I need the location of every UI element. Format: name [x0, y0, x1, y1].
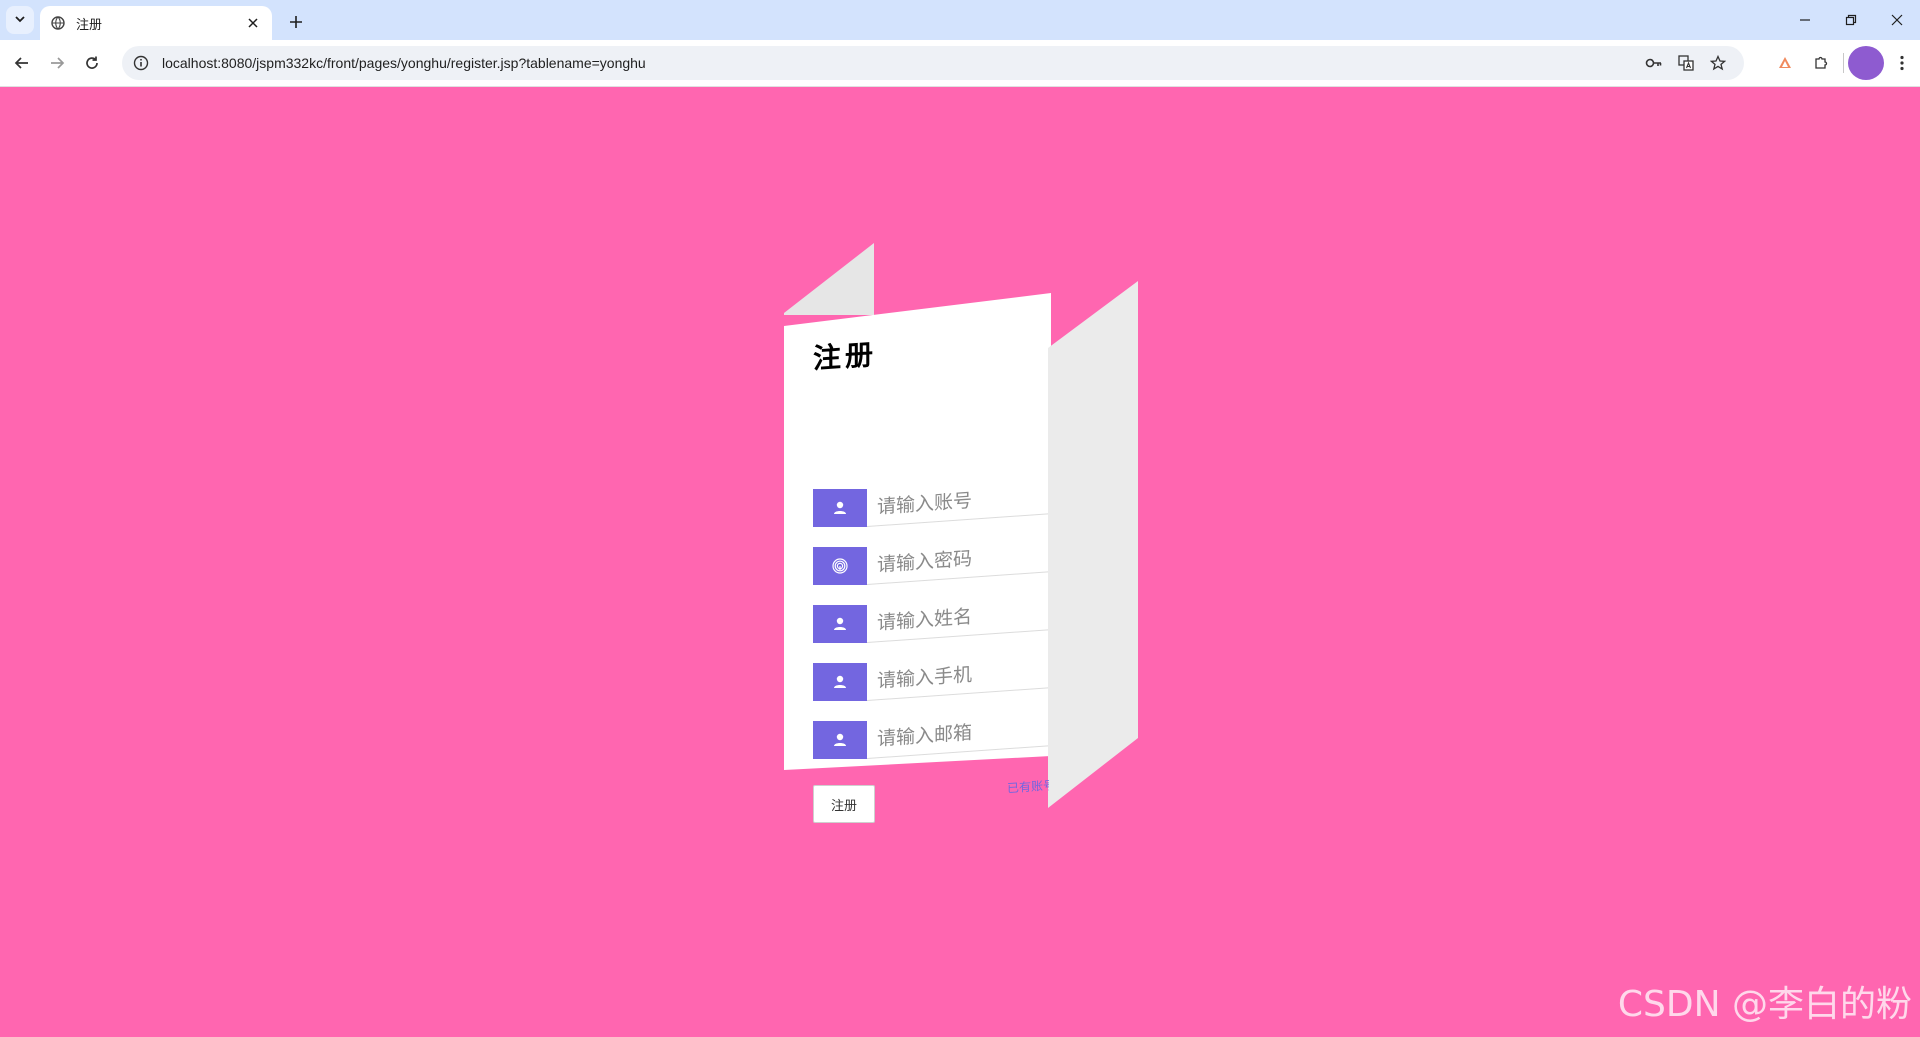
url-text[interactable]: localhost:8080/jspm332kc/front/pages/yon… [162, 55, 1638, 71]
password-field [813, 534, 1048, 587]
user-icon [813, 721, 867, 759]
close-icon [1891, 14, 1903, 26]
info-icon[interactable] [132, 54, 150, 72]
page-title: 注册 [813, 337, 878, 376]
key-icon[interactable] [1638, 49, 1670, 77]
close-window-button[interactable] [1874, 0, 1920, 40]
account-field [813, 476, 1048, 529]
minimize-icon [1800, 19, 1810, 21]
minimize-button[interactable] [1782, 0, 1828, 40]
register-button[interactable]: 注册 [813, 785, 875, 823]
restore-icon [1845, 14, 1857, 26]
restore-button[interactable] [1828, 0, 1874, 40]
avatar [1848, 46, 1884, 80]
tab-title: 注册 [76, 16, 103, 32]
chevron-down-icon [14, 12, 26, 28]
address-bar[interactable]: localhost:8080/jspm332kc/front/pages/yon… [122, 46, 1744, 80]
user-icon [813, 489, 867, 527]
tab-search-button[interactable] [6, 6, 34, 34]
name-field [813, 592, 1048, 645]
phone-field [813, 650, 1048, 703]
star-icon[interactable] [1702, 49, 1734, 77]
card-fold-right [1048, 281, 1138, 808]
close-icon [248, 18, 258, 28]
forward-button[interactable] [43, 49, 71, 77]
user-icon [813, 605, 867, 643]
kebab-menu-icon[interactable] [1884, 46, 1920, 80]
new-tab-button[interactable] [282, 8, 310, 36]
puzzle-icon[interactable] [1803, 46, 1839, 80]
arrow-left-icon [14, 57, 28, 69]
user-icon [813, 663, 867, 701]
fingerprint-icon [813, 547, 867, 585]
browser-toolbar: localhost:8080/jspm332kc/front/pages/yon… [0, 40, 1920, 87]
plus-icon [290, 16, 302, 28]
extension-icon[interactable] [1767, 46, 1803, 80]
login-link[interactable]: 已有账号 [1007, 777, 1049, 797]
tab-close-button[interactable] [244, 14, 262, 32]
globe-icon [50, 15, 66, 31]
window-controls [1782, 0, 1920, 40]
browser-tab[interactable]: 注册 [40, 6, 272, 40]
back-button[interactable] [8, 49, 36, 77]
arrow-right-icon [51, 57, 65, 69]
reload-button[interactable] [78, 49, 106, 77]
watermark: CSDN @李白的粉 [1617, 984, 1912, 1025]
translate-icon[interactable] [1670, 49, 1702, 77]
reload-icon [86, 56, 98, 69]
extension-area [1767, 46, 1920, 80]
profile-button[interactable] [1848, 46, 1884, 80]
tab-strip: 注册 [0, 0, 1920, 40]
email-field [813, 708, 1048, 761]
toolbar-divider [1843, 53, 1844, 73]
